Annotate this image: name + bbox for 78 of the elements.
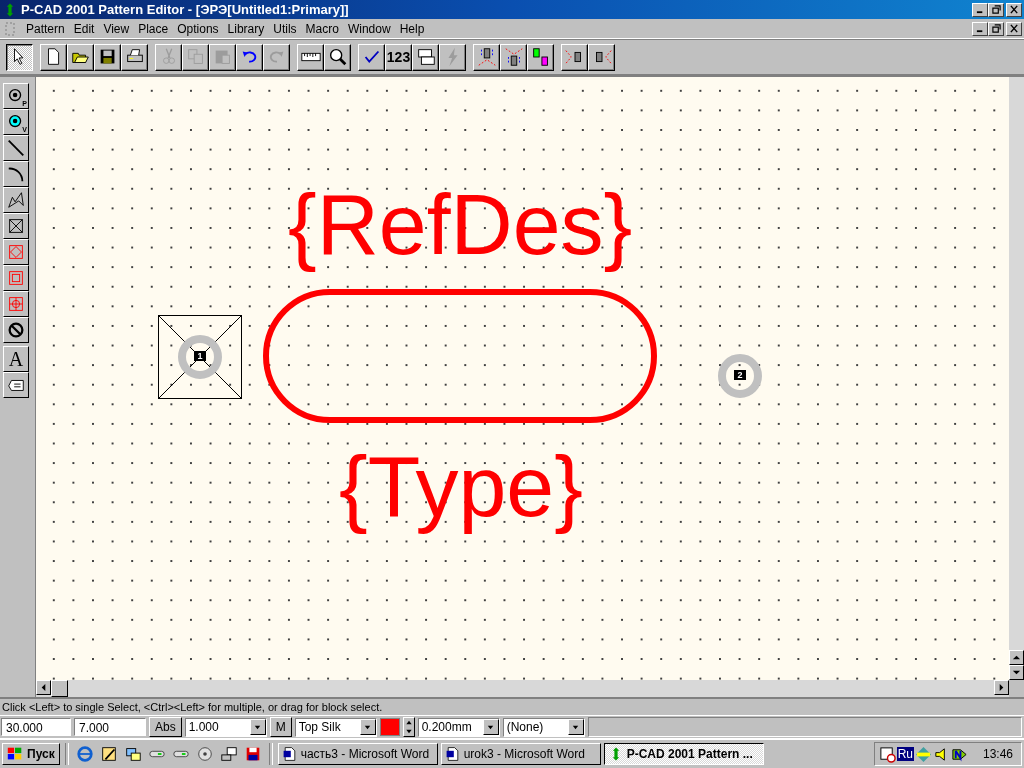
menu-item[interactable]: Edit (69, 21, 100, 36)
diamond-icon (914, 745, 932, 763)
square-box-icon (6, 268, 26, 288)
window-title: P-CAD 2001 Pattern Editor - [ЭРЭ[Untitled1:Primary]] (21, 2, 349, 17)
style-dropdown[interactable]: (None) (502, 717, 585, 737)
document-icon (2, 20, 18, 37)
menu-item[interactable]: Help (395, 21, 430, 36)
pad-number: 2 (734, 370, 746, 380)
scroll-up-button[interactable] (1009, 650, 1024, 665)
pad-number: 1 (194, 351, 206, 361)
y-coordinate-field[interactable]: 7.000 (74, 718, 146, 736)
tool-button[interactable] (3, 187, 29, 213)
restore-button[interactable] (988, 2, 1004, 17)
scroll-right-button[interactable] (994, 680, 1009, 695)
scroll-left-button[interactable] (36, 680, 51, 695)
status-message: Click <Left> to single Select, <Ctrl><Left> for multiple, or drag for block select. (2, 701, 383, 713)
abs-button[interactable]: Abs (149, 717, 182, 737)
start-button[interactable]: Пуск (2, 743, 60, 765)
tool-button[interactable] (3, 213, 29, 239)
scroll-thumb[interactable] (51, 680, 68, 697)
menu-item[interactable]: Place (134, 21, 174, 36)
tool-button[interactable] (3, 372, 29, 398)
x-coordinate-field[interactable]: 30.000 (1, 718, 71, 736)
m-button[interactable]: M (269, 717, 292, 737)
menu-item[interactable]: Macro (301, 21, 344, 36)
scroll-down-button[interactable] (1009, 665, 1024, 680)
restore-icon (990, 5, 1002, 14)
tool-button[interactable] (3, 239, 29, 265)
sync-icon (123, 745, 142, 763)
disc-icon (195, 745, 214, 763)
taskbar-button[interactable]: часть3 - Microsoft Word (277, 743, 438, 765)
layer-dropdown[interactable]: Top Silk (294, 717, 377, 737)
spinner[interactable] (402, 717, 415, 737)
menu-item[interactable]: Options (173, 21, 224, 36)
close-icon (1008, 5, 1020, 14)
close-button[interactable] (1006, 21, 1022, 36)
crossed-box-icon (6, 216, 26, 236)
menu-item[interactable]: View (99, 21, 135, 36)
tool-button[interactable] (3, 265, 29, 291)
clock: 13:46 (982, 747, 1013, 761)
computer-icon (219, 745, 238, 763)
menu-item[interactable]: Utils (269, 21, 302, 36)
close-button[interactable] (1006, 2, 1022, 17)
tool-button[interactable] (3, 161, 29, 187)
minimize-button[interactable] (972, 21, 988, 36)
calendar-icon (878, 745, 896, 763)
minimize-button[interactable] (972, 2, 988, 17)
left-arrow-icon (39, 683, 48, 692)
tool-button[interactable] (3, 317, 29, 343)
restore-button[interactable] (988, 21, 1004, 36)
document-icon (444, 746, 461, 762)
restore-icon (990, 24, 1002, 33)
menu-item[interactable]: Window (343, 21, 396, 36)
prohibited-icon (6, 320, 26, 340)
cross-box-icon (6, 294, 26, 314)
layer-color-swatch[interactable] (379, 718, 400, 736)
close-icon (1008, 24, 1020, 33)
toolbar-button[interactable] (6, 43, 33, 71)
grid-dropdown[interactable]: 1.000 (184, 717, 267, 737)
notepad-icon (99, 745, 118, 763)
taskbar-button[interactable]: urok3 - Microsoft Word (440, 743, 601, 765)
menu-item[interactable]: Library (223, 21, 270, 36)
menu-item[interactable]: Pattern (22, 21, 70, 36)
width-dropdown[interactable]: 0.200mm (417, 717, 500, 737)
tool-button[interactable]: A (3, 346, 29, 372)
up-arrow-icon (1012, 653, 1021, 662)
tool-button[interactable] (3, 135, 29, 161)
browser-icon (75, 745, 94, 763)
down-arrow-icon (1012, 668, 1021, 677)
language-indicator[interactable]: Ru (896, 747, 914, 761)
line-icon (6, 138, 26, 158)
document-icon (281, 746, 298, 762)
diamond-box-icon (6, 242, 26, 262)
polygon-icon (6, 190, 26, 210)
toolbar-button[interactable]: 123 (385, 43, 412, 71)
tool-button[interactable] (3, 291, 29, 317)
taskbar-button[interactable]: P-CAD 2001 Pattern ... (603, 743, 764, 765)
right-arrow-icon (997, 683, 1006, 692)
